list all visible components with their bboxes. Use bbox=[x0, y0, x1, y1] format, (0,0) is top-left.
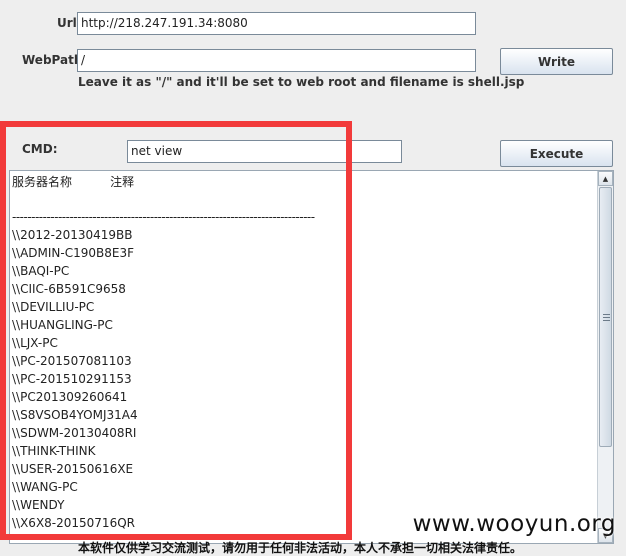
output-scrollbar[interactable]: ▲ ▼ bbox=[597, 171, 613, 543]
server-entry: \\X6X8-20150716QR bbox=[12, 516, 135, 530]
server-entry: \\WANG-PC bbox=[12, 480, 78, 494]
server-entry: \\2012-20130419BB bbox=[12, 228, 133, 242]
server-entry: \\THINK-THINK bbox=[12, 444, 96, 458]
command-output[interactable]: 服务器名称 注释 -------------------------------… bbox=[9, 170, 614, 544]
output-separator: ----------------------------------------… bbox=[12, 210, 315, 224]
url-input[interactable]: http://218.247.191.34:8080 bbox=[77, 12, 476, 35]
server-entry: \\BAQI-PC bbox=[12, 264, 70, 278]
webpath-input[interactable]: / bbox=[77, 49, 476, 72]
execute-button[interactable]: Execute bbox=[500, 140, 613, 167]
scroll-up-arrow-icon[interactable]: ▲ bbox=[598, 171, 613, 186]
scrollbar-thumb[interactable] bbox=[599, 187, 612, 447]
cmd-label: CMD: bbox=[22, 142, 58, 156]
server-entry: \\SDWM-20130408RI bbox=[12, 426, 137, 440]
server-entry: \\DEVILLIU-PC bbox=[12, 300, 95, 314]
webpath-hint: Leave it as "/" and it'll be set to web … bbox=[78, 75, 525, 89]
cmd-input[interactable]: net view bbox=[127, 140, 402, 163]
write-button[interactable]: Write bbox=[500, 48, 613, 75]
server-entry: \\S8VSOB4YOMJ31A4 bbox=[12, 408, 138, 422]
output-header: 服务器名称 注释 bbox=[12, 175, 135, 189]
server-entry: \\PC-201507081103 bbox=[12, 354, 132, 368]
server-entry: \\ADMIN-C190B8E3F bbox=[12, 246, 135, 260]
server-entry: \\PC201309260641 bbox=[12, 390, 128, 404]
watermark: www.wooyun.org bbox=[412, 511, 616, 537]
disclaimer-footer: 本软件仅供学习交流测试，请勿用于任何非法活动，本人不承担一切相关法律责任。 bbox=[78, 541, 523, 555]
server-entry: \\USER-20150616XE bbox=[12, 462, 134, 476]
server-entry: \\CIIC-6B591C9658 bbox=[12, 282, 126, 296]
server-entry: \\HUANGLING-PC bbox=[12, 318, 113, 332]
server-entry: \\PC-201510291153 bbox=[12, 372, 132, 386]
server-entry: \\LJX-PC bbox=[12, 336, 58, 350]
server-entry: \\WENDY bbox=[12, 498, 65, 512]
